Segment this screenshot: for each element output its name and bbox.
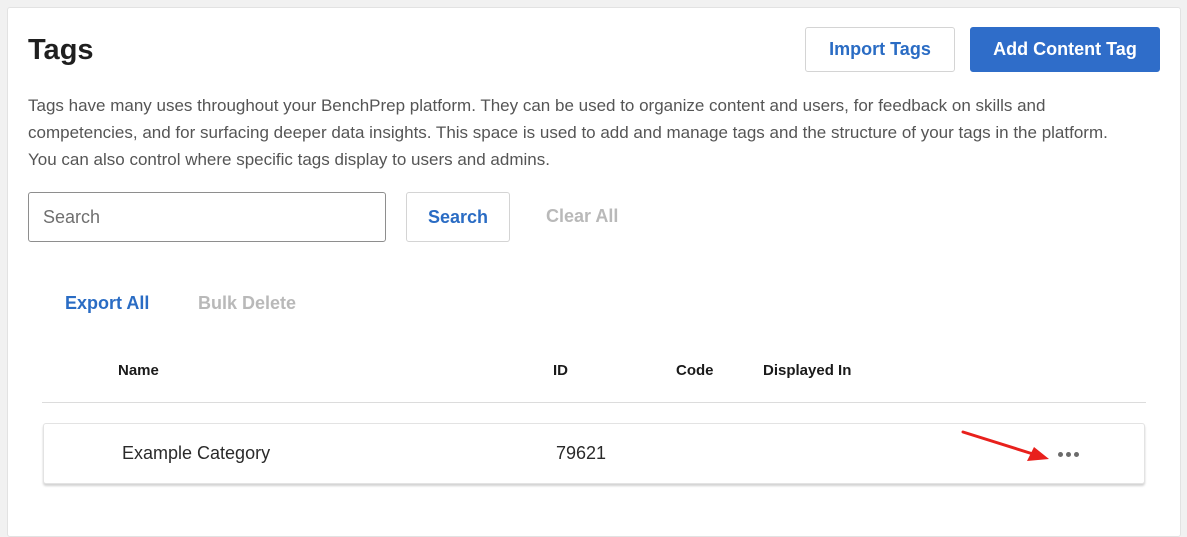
more-horizontal-icon [1051, 442, 1085, 466]
column-header-name[interactable]: Name [118, 362, 159, 379]
red-arrow-icon [961, 430, 1049, 461]
export-all-button[interactable]: Export All [65, 293, 149, 314]
bulk-delete-button[interactable]: Bulk Delete [198, 293, 296, 314]
clear-all-button[interactable]: Clear All [546, 206, 618, 227]
import-tags-button[interactable]: Import Tags [805, 27, 955, 72]
column-header-code[interactable]: Code [676, 362, 714, 379]
add-content-tag-button[interactable]: Add Content Tag [970, 27, 1160, 72]
row-actions-button[interactable] [1051, 442, 1085, 466]
column-header-id[interactable]: ID [553, 362, 568, 379]
search-input[interactable] [28, 192, 386, 242]
tag-id-cell: 79621 [556, 443, 607, 463]
column-header-displayed-in[interactable]: Displayed In [763, 362, 851, 379]
tag-name-cell[interactable]: Example Category [122, 443, 270, 464]
search-button[interactable]: Search [406, 192, 510, 242]
tags-panel: Tags Import Tags Add Content Tag Tags ha… [7, 7, 1181, 537]
page-title: Tags [28, 34, 94, 66]
page-description: Tags have many uses throughout your Benc… [28, 96, 1108, 169]
table-header-divider [42, 402, 1146, 403]
